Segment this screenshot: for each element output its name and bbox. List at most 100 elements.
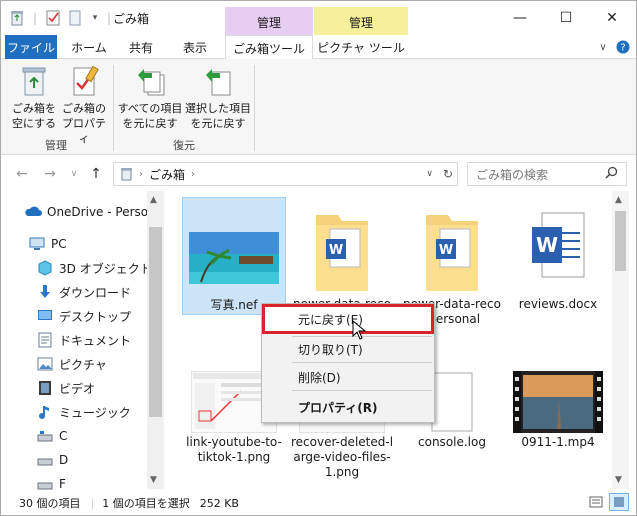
file-item-reviews-docx[interactable]: W reviews.docx bbox=[506, 197, 610, 312]
content-scroll-thumb[interactable] bbox=[615, 211, 626, 271]
manage-header-picture: 管理 bbox=[314, 7, 408, 35]
download-arrow-icon bbox=[37, 284, 53, 300]
breadcrumb-recycle-bin[interactable]: ごみ箱 bbox=[149, 166, 185, 183]
file-item-photo-nef[interactable]: 写真.nef bbox=[182, 197, 286, 315]
nav-item-pictures[interactable]: ピクチャ bbox=[37, 353, 107, 375]
forward-arrow-icon[interactable]: → bbox=[41, 165, 59, 183]
cloud-icon bbox=[25, 204, 42, 220]
file-name: reviews.docx bbox=[518, 297, 598, 311]
recent-dropdown-icon[interactable]: ∨ bbox=[65, 165, 83, 183]
tab-picture-tools[interactable]: ピクチャ ツール bbox=[314, 35, 408, 59]
file-name-line3: 1.png bbox=[324, 465, 360, 479]
tab-home[interactable]: ホーム bbox=[63, 35, 115, 59]
group-label-restore: 復元 bbox=[173, 139, 195, 152]
large-icons-view-icon[interactable] bbox=[609, 493, 629, 511]
nav-label-pictures: ピクチャ bbox=[59, 357, 107, 372]
help-icon[interactable]: ? bbox=[613, 35, 633, 59]
restore-selected-button[interactable]: 選択した項目 を元に戻す bbox=[185, 65, 251, 131]
tab-recycle-tools[interactable]: ごみ箱ツール bbox=[225, 35, 313, 60]
status-bar: 30 個の項目 | 1 個の項目を選択 252 KB bbox=[1, 491, 636, 515]
empty-label-1: ごみ箱を bbox=[12, 102, 56, 115]
maximize-button[interactable]: ☐ bbox=[543, 5, 589, 31]
nav-item-music[interactable]: ミュージック bbox=[37, 401, 131, 423]
restore-all-button[interactable]: すべての項目 を元に戻す bbox=[117, 65, 183, 131]
group-label-manage: 管理 bbox=[45, 139, 67, 152]
nav-item-pc[interactable]: PC bbox=[29, 233, 67, 255]
nav-scrollbar[interactable]: ▲ ▼ bbox=[147, 191, 164, 489]
nav-item-desktop[interactable]: デスクトップ bbox=[37, 305, 131, 327]
desktop-icon bbox=[37, 308, 53, 324]
menu-item-properties[interactable]: プロパティ(R) bbox=[264, 394, 432, 420]
item-count: 30 個の項目 bbox=[19, 497, 81, 510]
nav-item-onedrive[interactable]: OneDrive - Person bbox=[25, 201, 156, 223]
new-folder-quick-icon[interactable] bbox=[67, 10, 83, 26]
nav-label-videos: ビデオ bbox=[59, 381, 96, 396]
folder-word-icon: W bbox=[312, 205, 372, 295]
recycle-bin-properties-button[interactable]: ごみ箱の プロパティ bbox=[59, 65, 109, 146]
up-arrow-icon[interactable]: ↑ bbox=[87, 165, 105, 183]
menu-item-restore[interactable]: 元に戻す(E) bbox=[262, 304, 434, 334]
tab-share[interactable]: 共有 bbox=[119, 35, 163, 59]
search-input[interactable]: ごみ箱の検索 bbox=[467, 162, 627, 186]
file-name: console.log bbox=[418, 435, 486, 449]
nav-item-drive-d[interactable]: D bbox=[37, 449, 68, 471]
drive-icon bbox=[37, 428, 53, 444]
restore-sel-label-1: 選択した項目 bbox=[185, 102, 251, 115]
file-item-0911-mp4[interactable]: 0911-1.mp4 bbox=[506, 363, 610, 450]
scroll-up-icon[interactable]: ▲ bbox=[150, 195, 157, 205]
svg-text:W: W bbox=[329, 243, 343, 258]
document-icon bbox=[37, 332, 53, 348]
nav-label-f: F bbox=[59, 477, 66, 491]
menu-item-delete[interactable]: 削除(D) bbox=[264, 364, 432, 390]
music-note-icon bbox=[37, 404, 53, 420]
address-dropdown-icon[interactable]: ∨ bbox=[426, 169, 433, 179]
close-button[interactable]: ✕ bbox=[589, 5, 635, 31]
breadcrumb-chevron-icon: › bbox=[191, 168, 196, 180]
content-scrollbar[interactable]: ▲ ▼ bbox=[612, 191, 629, 489]
nav-scroll-thumb[interactable] bbox=[149, 227, 162, 417]
recycle-bin-icon bbox=[9, 10, 25, 26]
collapse-ribbon-icon[interactable]: ∨ bbox=[593, 35, 613, 59]
nav-item-drive-c[interactable]: C bbox=[37, 425, 67, 447]
properties-icon bbox=[68, 65, 100, 97]
search-icon bbox=[605, 166, 618, 182]
refresh-icon[interactable]: ↻ bbox=[443, 167, 453, 181]
computer-icon bbox=[29, 236, 45, 252]
restore-all-icon bbox=[134, 65, 166, 97]
back-arrow-icon[interactable]: ← bbox=[13, 165, 31, 183]
selected-count: 1 個の項目を選択 bbox=[102, 497, 190, 510]
picture-icon bbox=[37, 356, 53, 372]
tab-view[interactable]: 表示 bbox=[169, 35, 221, 59]
address-row: ← → ∨ ↑ › ごみ箱 › ∨ ↻ ごみ箱の検索 bbox=[1, 159, 636, 189]
properties-quick-icon[interactable] bbox=[45, 10, 61, 26]
menu-item-cut[interactable]: 切り取り(T) bbox=[264, 336, 432, 362]
group-divider bbox=[254, 65, 255, 151]
tab-file[interactable]: ファイル bbox=[5, 35, 57, 59]
nav-item-downloads[interactable]: ダウンロード bbox=[37, 281, 131, 303]
recycle-bin-icon bbox=[18, 65, 50, 97]
scroll-down-icon[interactable]: ▼ bbox=[150, 475, 157, 485]
minimize-button[interactable]: — bbox=[497, 5, 543, 31]
details-view-icon[interactable] bbox=[589, 495, 603, 512]
svg-text:W: W bbox=[536, 233, 558, 257]
scroll-up-icon[interactable]: ▲ bbox=[615, 195, 622, 205]
nav-label-documents: ドキュメント bbox=[59, 333, 132, 348]
mouse-cursor-icon bbox=[352, 319, 367, 343]
file-item-power-data-recovery[interactable]: W power-data-reco bbox=[290, 197, 394, 312]
ribbon-tabs: ファイル ホーム 共有 表示 ごみ箱ツール ピクチャ ツール ∨ ? bbox=[1, 35, 636, 60]
svg-text:?: ? bbox=[620, 43, 625, 54]
nav-item-3d-objects[interactable]: 3D オブジェクト bbox=[37, 257, 152, 279]
restore-sel-label-2: を元に戻す bbox=[190, 117, 246, 130]
word-document-icon: W bbox=[528, 205, 588, 295]
nav-label-d: D bbox=[59, 453, 69, 467]
search-placeholder: ごみ箱の検索 bbox=[476, 167, 549, 182]
nav-label-pc: PC bbox=[51, 237, 67, 251]
nav-label-onedrive: OneDrive - Person bbox=[47, 205, 156, 219]
nav-item-videos[interactable]: ビデオ bbox=[37, 377, 95, 399]
scroll-down-icon[interactable]: ▼ bbox=[615, 475, 622, 485]
explorer-window: | ▾ | ごみ箱 管理 管理 — ☐ ✕ ファイル ホーム 共有 表示 ごみ箱… bbox=[0, 0, 637, 516]
recycle-bin-icon bbox=[120, 167, 133, 181]
nav-item-documents[interactable]: ドキュメント bbox=[37, 329, 131, 351]
address-bar[interactable]: › ごみ箱 › ∨ ↻ bbox=[113, 162, 458, 186]
empty-recycle-bin-button[interactable]: ごみ箱を 空にする bbox=[9, 65, 59, 131]
